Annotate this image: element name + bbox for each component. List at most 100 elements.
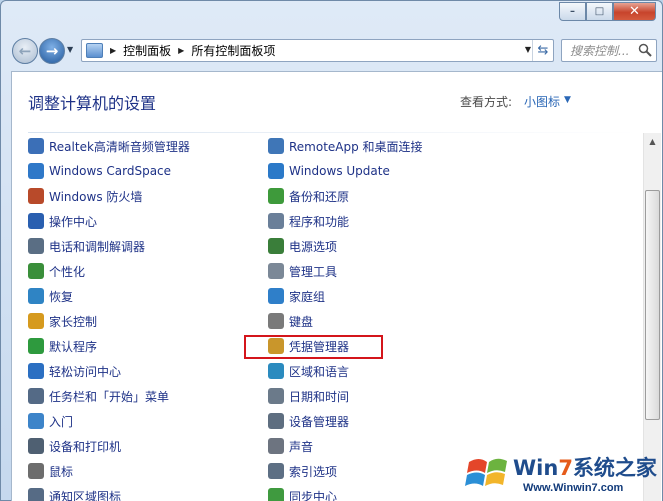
breadcrumb-separator-icon[interactable]: ▶ [110,46,116,55]
control-panel-item[interactable]: 轻松访问中心 [28,361,121,381]
control-panel-item-label: Windows CardSpace [49,164,172,178]
address-bar[interactable]: ▶ 控制面板 ▶ 所有控制面板项 ▼ ⇆ [81,39,554,62]
breadcrumb-control-panel[interactable]: 控制面板 [123,42,171,59]
control-panel-item-label: 默认程序 [49,339,98,354]
control-panel-item-label: 家庭组 [289,289,326,304]
control-panel-item[interactable]: RemoteApp 和桌面连接 [268,136,423,156]
forward-button[interactable]: → [39,38,65,64]
control-panel-item-label: 声音 [289,439,314,454]
power-options-icon [268,238,284,254]
watermark-brand: Win7系统之家 [513,452,657,482]
breadcrumb-all-items[interactable]: 所有控制面板项 [191,42,275,59]
control-panel-item[interactable]: 家长控制 [28,311,97,331]
parental-controls-icon [28,313,44,329]
control-panel-item-label: 日期和时间 [289,389,350,404]
view-by-dropdown[interactable]: 小图标 [524,93,560,110]
control-panel-item[interactable]: 备份和还原 [268,186,349,206]
sound-icon [268,438,284,454]
mouse-icon [28,463,44,479]
control-panel-item[interactable]: 个性化 [28,261,85,281]
back-button[interactable]: ← [12,38,38,64]
scroll-thumb[interactable] [645,190,660,420]
control-panel-item[interactable]: 区域和语言 [268,361,349,381]
control-panel-item-label: 任务栏和「开始」菜单 [49,389,170,404]
control-panel-item[interactable]: 入门 [28,411,73,431]
sync-center-icon [268,488,284,501]
control-panel-item[interactable]: 程序和功能 [268,211,349,231]
control-panel-item-label: 区域和语言 [289,364,350,379]
default-programs-icon [28,338,44,354]
refresh-icon[interactable]: ⇆ [532,40,553,61]
control-panel-item[interactable]: 键盘 [268,311,313,331]
control-panel-item[interactable]: 操作中心 [28,211,97,231]
control-panel-item-label: 索引选项 [289,464,338,479]
recovery-icon [28,288,44,304]
control-panel-item-label: 电源选项 [289,239,338,254]
watermark: Win7系统之家 Www.Winwin7.com [461,444,663,501]
scroll-up-icon[interactable]: ▲ [644,133,661,150]
maximize-button[interactable]: □ [586,2,613,21]
control-panel-item-label: 同步中心 [289,489,338,501]
control-panel-item[interactable]: Windows Update [268,161,390,181]
control-panel-icon [86,43,103,58]
action-center-flag-icon [28,213,44,229]
control-panel-item[interactable]: 日期和时间 [268,386,349,406]
getting-started-icon [28,413,44,429]
control-panel-item[interactable]: 管理工具 [268,261,337,281]
caption-buttons: – □ ✕ [559,2,656,21]
forward-arrow-icon: → [45,42,59,60]
chevron-down-icon[interactable]: ▼ [564,95,571,105]
breadcrumb-separator-icon[interactable]: ▶ [178,46,184,55]
control-panel-item-label: Realtek高清晰音频管理器 [49,139,190,154]
control-panel-item-label: 个性化 [49,264,86,279]
control-panel-item-label: 家长控制 [49,314,98,329]
address-dropdown-icon[interactable]: ▼ [525,45,531,54]
control-panel-item[interactable]: 鼠标 [28,461,73,481]
homegroup-icon [268,288,284,304]
control-panel-item[interactable]: 索引选项 [268,461,337,481]
keyboard-icon [268,313,284,329]
watermark-brand-name: 系统之家 [572,456,657,480]
phone-modem-icon [28,238,44,254]
control-panel-item[interactable]: Windows 防火墙 [28,186,142,206]
ease-of-access-icon [28,363,44,379]
control-panel-item-label: 管理工具 [289,264,338,279]
header-divider [28,132,638,133]
control-panel-item[interactable]: Windows CardSpace [28,161,171,181]
control-panel-item-label: 设备和打印机 [49,439,122,454]
control-panel-item[interactable]: 任务栏和「开始」菜单 [28,386,169,406]
control-panel-item[interactable]: Realtek高清晰音频管理器 [28,136,190,156]
date-time-icon [268,388,284,404]
search-icon[interactable] [638,43,652,57]
control-panel-item[interactable]: 家庭组 [268,286,325,306]
control-panel-item-label: 程序和功能 [289,214,350,229]
control-panel-item[interactable]: 声音 [268,436,313,456]
indexing-options-icon [268,463,284,479]
device-manager-icon [268,413,284,429]
devices-printers-icon [28,438,44,454]
recent-pages-dropdown-icon[interactable]: ▼ [67,45,73,54]
control-panel-item-label: 通知区域图标 [49,489,122,501]
control-panel-item[interactable]: 设备和打印机 [28,436,121,456]
search-box[interactable]: 搜索控制... [561,39,657,62]
control-panel-item[interactable]: 默认程序 [28,336,97,356]
minimize-button[interactable]: – [559,2,586,21]
control-panel-item-label: 设备管理器 [289,414,350,429]
control-panel-item-label: Windows 防火墙 [49,189,143,204]
firewall-icon [28,188,44,204]
control-panel-item[interactable]: 恢复 [28,286,73,306]
watermark-url: Www.Winwin7.com [523,482,624,494]
windows-update-icon [268,163,284,179]
watermark-brand-seven: 7 [558,456,573,480]
windows-logo-icon [465,458,507,486]
notification-area-icon [28,488,44,501]
control-panel-item[interactable]: 通知区域图标 [28,486,121,501]
control-panel-item[interactable]: 电源选项 [268,236,337,256]
page-title: 调整计算机的设置 [28,94,157,113]
control-panel-item[interactable]: 设备管理器 [268,411,349,431]
search-input[interactable]: 搜索控制... [570,42,629,59]
close-button[interactable]: ✕ [613,2,656,21]
backup-restore-icon [268,188,284,204]
control-panel-item[interactable]: 电话和调制解调器 [28,236,145,256]
control-panel-item[interactable]: 同步中心 [268,486,337,501]
